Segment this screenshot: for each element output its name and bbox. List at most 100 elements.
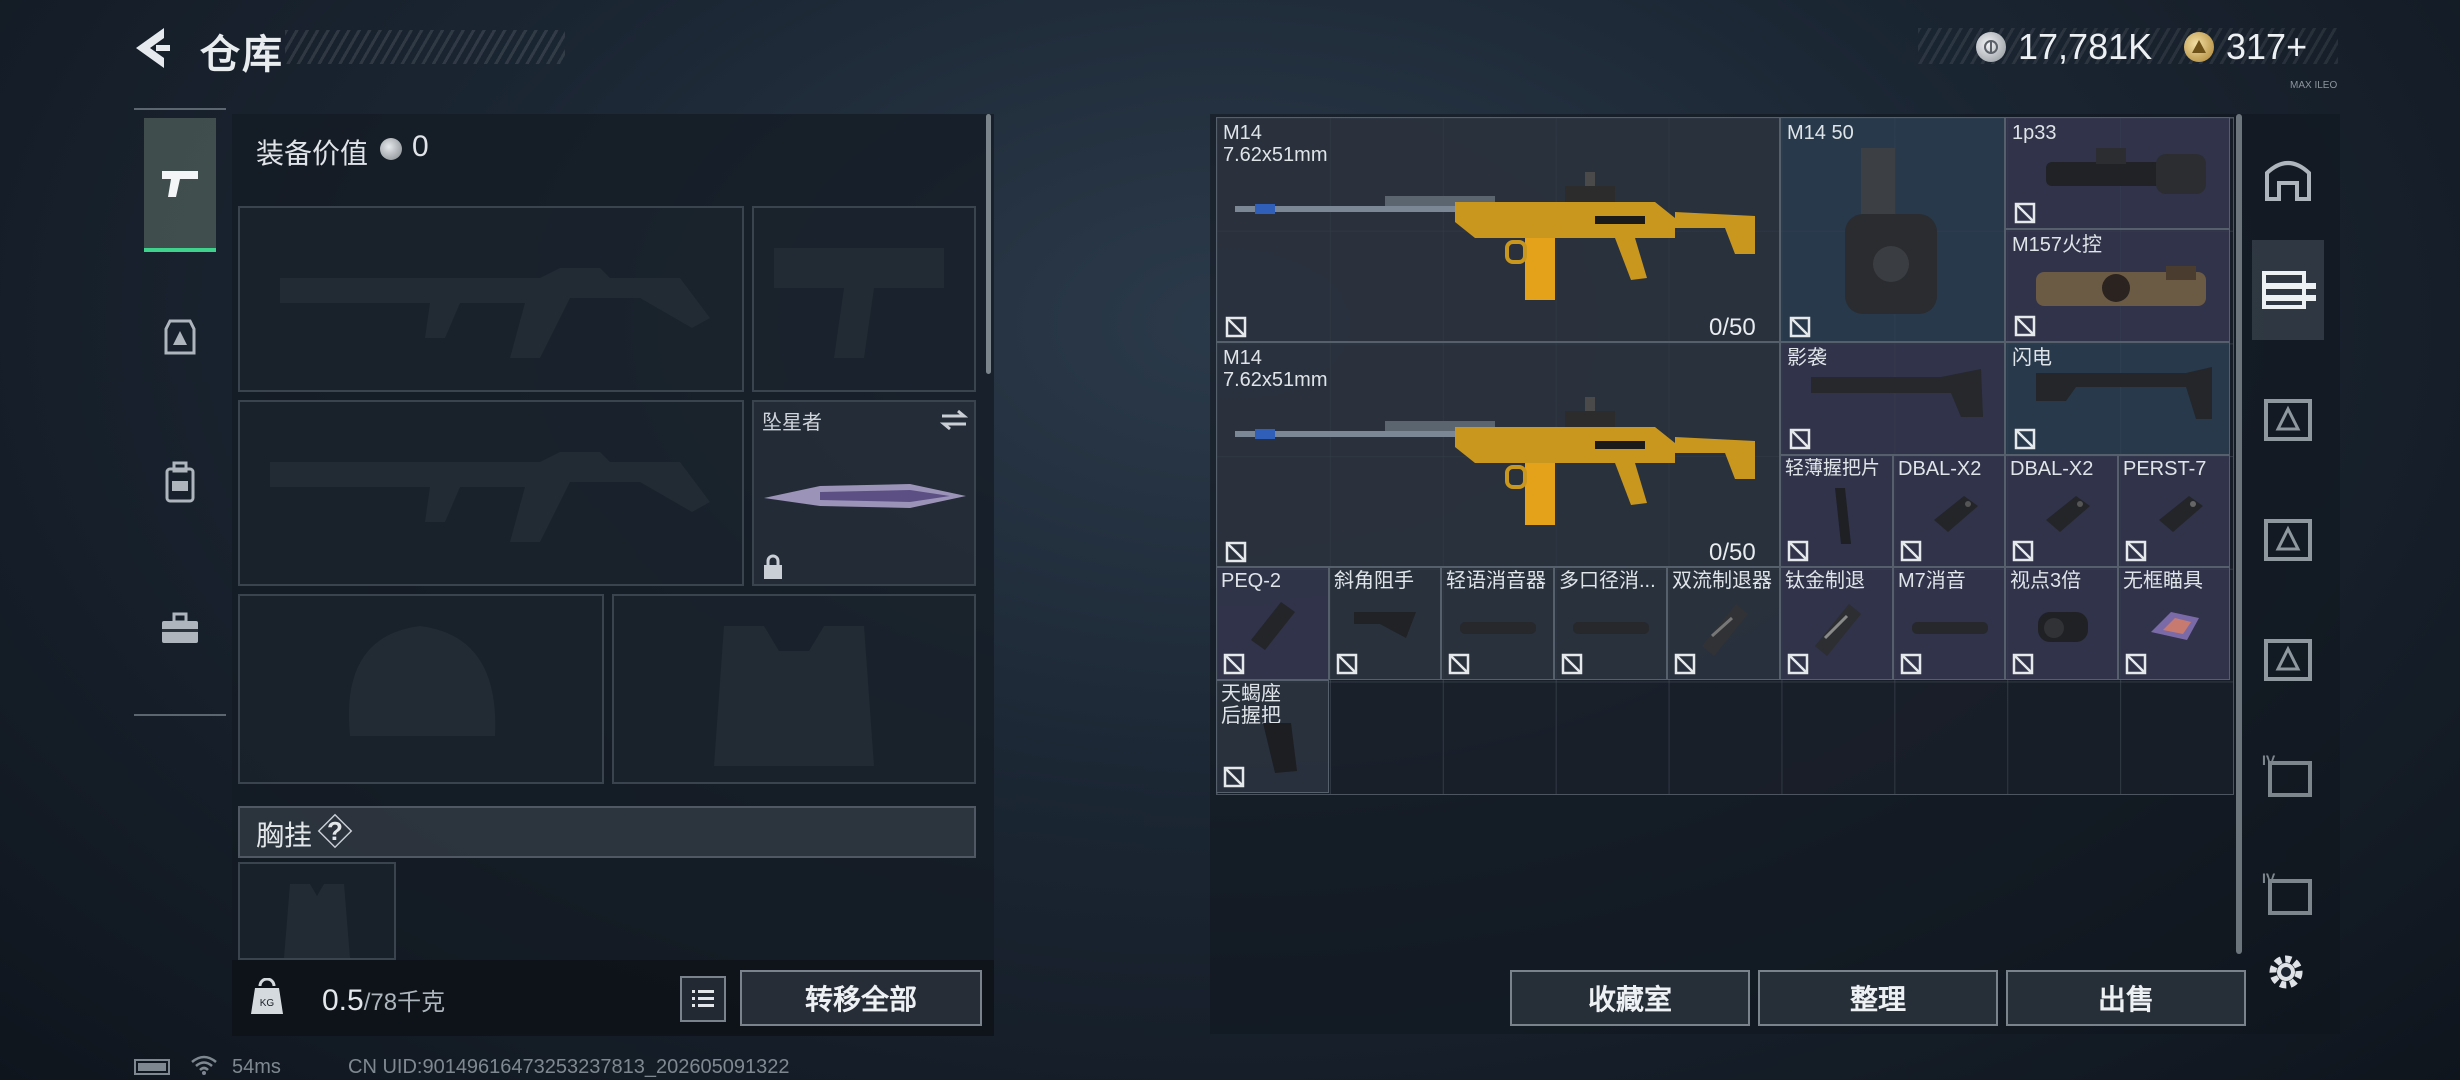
- not-for-sale-icon: [2012, 653, 2034, 675]
- not-for-sale-icon: [1225, 316, 1247, 338]
- stock-icon: [1811, 369, 1983, 417]
- item-label: 多口径消...: [1559, 570, 1656, 592]
- pistol-icon: [162, 171, 198, 197]
- title-decoration: [285, 30, 565, 64]
- tab-helmet-armor[interactable]: [144, 272, 216, 402]
- item-tianxie-grip[interactable]: 天蝎座后握把: [1216, 680, 1329, 793]
- gold-rifle-icon: [1235, 172, 1755, 300]
- suppressor-icon: [1573, 622, 1649, 634]
- item-xiejiao-grip[interactable]: 斜角阻手: [1329, 567, 1441, 680]
- laser-module-icon: [1251, 602, 1295, 650]
- rifle-item-m14-2[interactable]: M14 7.62x51mm 0/50: [1216, 342, 1780, 567]
- item-1p33[interactable]: 1p33: [2005, 117, 2230, 229]
- storage-box-icon: [2264, 399, 2312, 441]
- item-shandian-stock[interactable]: 闪电: [2005, 342, 2230, 455]
- transfer-all-button[interactable]: 转移全部: [740, 970, 982, 1026]
- not-for-sale-icon: [1900, 540, 1922, 562]
- body-armor-slot[interactable]: [612, 594, 976, 784]
- not-for-sale-icon: [1225, 541, 1247, 563]
- weight-current: 0.5: [322, 984, 364, 1017]
- armor-silhouette-icon: [714, 626, 874, 766]
- item-qingyu-suppressor[interactable]: 轻语消音器: [1441, 567, 1554, 680]
- back-arrow-icon[interactable]: [130, 24, 178, 72]
- laser-module-icon: [2046, 496, 2090, 532]
- angled-grip-icon: [1354, 612, 1416, 638]
- weight-max: /78千克: [363, 989, 446, 1016]
- scope-icon: [2046, 148, 2206, 194]
- equipment-scrollbar[interactable]: [986, 114, 991, 374]
- item-wukuang-sight[interactable]: 无框瞄具: [2118, 567, 2230, 680]
- tab-toolbox[interactable]: [144, 564, 216, 694]
- item-qingbo-grip[interactable]: 轻薄握把片: [1780, 455, 1893, 567]
- suppressor-icon: [1460, 622, 1536, 634]
- item-perst-7[interactable]: PERST-7: [2118, 455, 2230, 567]
- help-icon[interactable]: ?: [324, 816, 346, 847]
- tab-storage-4[interactable]: [2252, 610, 2324, 710]
- secondary-weapon-slot[interactable]: [238, 400, 744, 586]
- melee-slot[interactable]: 坠星者: [752, 400, 976, 586]
- reflex-sight-icon: [2151, 612, 2199, 640]
- storage-scrollbar[interactable]: [2236, 114, 2242, 954]
- swap-icon[interactable]: [938, 408, 970, 432]
- sell-button[interactable]: 出售: [2006, 970, 2246, 1026]
- item-label: PEQ-2: [1221, 570, 1282, 592]
- pistol-slot[interactable]: [752, 206, 976, 392]
- knife-icon: [764, 484, 966, 508]
- gold-amount[interactable]: 317+: [2226, 26, 2307, 68]
- item-m7-suppressor[interactable]: M7消音: [1893, 567, 2005, 680]
- organize-button[interactable]: 整理: [1758, 970, 1998, 1026]
- not-for-sale-icon: [1787, 653, 1809, 675]
- not-for-sale-icon: [1336, 653, 1358, 675]
- item-peq-2[interactable]: PEQ-2: [1216, 567, 1329, 680]
- not-for-sale-icon: [1900, 653, 1922, 675]
- not-for-sale-icon: [2014, 315, 2036, 337]
- item-shidian-scope[interactable]: 视点3倍: [2005, 567, 2118, 680]
- not-for-sale-icon: [2012, 540, 2034, 562]
- item-taijin-brake[interactable]: 钛金制退: [1780, 567, 1893, 680]
- collection-room-button[interactable]: 收藏室: [1510, 970, 1750, 1026]
- item-m157[interactable]: M157火控: [2005, 229, 2230, 342]
- tab-storage-3[interactable]: [2252, 490, 2324, 590]
- not-for-sale-icon: [1789, 428, 1811, 450]
- item-label: DBAL-X2: [1898, 458, 1982, 480]
- storage-box-icon: [2264, 639, 2312, 681]
- item-dbal-x2[interactable]: DBAL-X2: [1893, 455, 2005, 567]
- primary-weapon-slot[interactable]: [238, 206, 744, 392]
- item-duokou-suppressor[interactable]: 多口径消...: [1554, 567, 1667, 680]
- not-for-sale-icon: [1561, 653, 1583, 675]
- pistol-grip-icon: [1263, 723, 1297, 773]
- chest-rig-label: 胸挂: [256, 820, 313, 851]
- storage-shelf-icon: [2262, 271, 2316, 309]
- item-m14-50[interactable]: M14 50: [1780, 117, 2005, 342]
- tab-backpack[interactable]: [144, 418, 216, 548]
- tab-storage-2[interactable]: [2252, 370, 2324, 470]
- item-label: 1p33: [2012, 122, 2057, 144]
- helmet-slot[interactable]: [238, 594, 604, 784]
- uid-readout: CN UID:90149616473253237813_202605091322: [348, 1056, 790, 1078]
- list-view-button[interactable]: [680, 976, 726, 1022]
- tab-storage-home[interactable]: [2252, 128, 2324, 228]
- item-label: M7消音: [1898, 570, 1966, 592]
- storage-box-iv-icon: IV: [2262, 870, 2312, 915]
- rifle-silhouette-icon: [280, 268, 710, 358]
- settings-gear-icon[interactable]: [2264, 950, 2308, 994]
- tab-storage-5[interactable]: IV: [2252, 726, 2324, 826]
- item-dbal-x2[interactable]: DBAL-X2: [2005, 455, 2118, 567]
- item-shuangliu-brake[interactable]: 双流制退器: [1667, 567, 1780, 680]
- magnifier-scope-icon: [2038, 612, 2088, 642]
- equip-value: 0: [412, 130, 429, 163]
- pistol-silhouette-icon: [774, 248, 944, 358]
- tab-storage-6[interactable]: IV: [2252, 844, 2324, 944]
- chest-rig-slot[interactable]: [238, 862, 396, 960]
- wifi-icon: [191, 1055, 217, 1075]
- storage-home-icon: [2265, 161, 2311, 201]
- not-for-sale-icon: [1674, 653, 1696, 675]
- tab-storage-1[interactable]: [2252, 240, 2324, 340]
- item-yingxi-stock[interactable]: 影袭: [1780, 342, 2005, 455]
- item-label: DBAL-X2: [2010, 458, 2094, 480]
- rifle-item-m14-1[interactable]: M14 7.62x51mm 0/50: [1216, 117, 1780, 342]
- gold-rifle-icon: [1235, 397, 1755, 525]
- tab-weapons[interactable]: [144, 118, 216, 252]
- currency-note: MAX ILEO: [2290, 80, 2338, 91]
- lock-icon: [764, 554, 782, 579]
